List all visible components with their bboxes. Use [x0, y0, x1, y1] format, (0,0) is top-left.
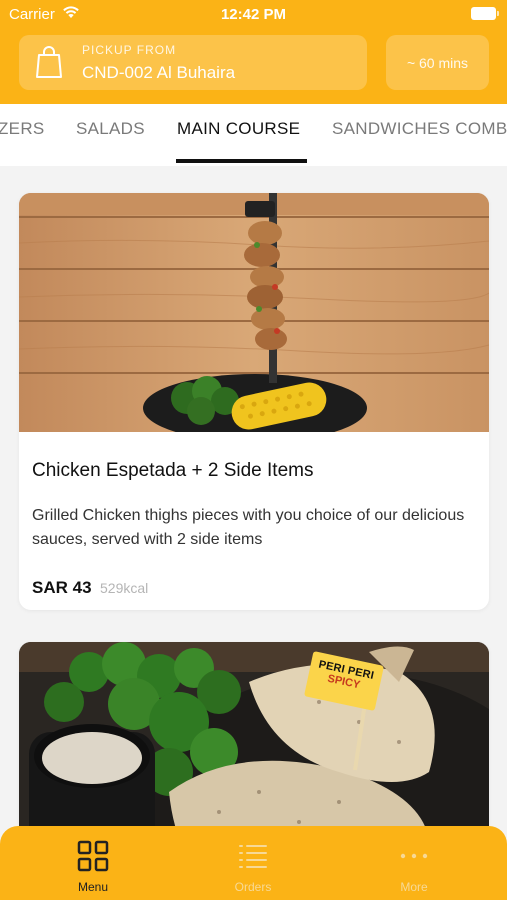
list-icon — [239, 845, 267, 868]
pickup-label: PICKUP FROM — [82, 43, 177, 57]
nav-orders[interactable]: Orders — [193, 826, 313, 900]
food-image — [19, 193, 489, 432]
nav-more[interactable]: More — [354, 826, 474, 900]
tab-sandwiches-combo[interactable]: SANDWICHES COMB — [332, 119, 507, 139]
nav-menu[interactable]: Menu — [33, 826, 153, 900]
tab-main-course[interactable]: MAIN COURSE — [177, 119, 300, 139]
item-calories: 529kcal — [100, 580, 149, 596]
nav-more-label: More — [400, 880, 428, 894]
bottom-tab-bar: Menu Orders More — [0, 826, 507, 900]
pickup-location-selector[interactable]: PICKUP FROM CND-002 Al Buhaira — [19, 35, 367, 90]
clock: 12:42 PM — [220, 6, 287, 23]
item-description: Grilled Chicken thighs pieces with you c… — [32, 507, 465, 548]
shopping-bag-icon — [36, 46, 62, 78]
category-tabs: ZERS SALADS MAIN COURSE SANDWICHES COMB — [0, 104, 507, 166]
pickup-location-name: CND-002 Al Buhaira — [82, 63, 236, 82]
menu-item-card[interactable]: Chicken Espetada + 2 Side Items Grilled … — [19, 193, 489, 610]
status-bar: Carrier 12:42 PM — [0, 0, 507, 28]
battery-icon — [471, 7, 499, 20]
tab-appetizers[interactable]: ZERS — [0, 119, 45, 139]
item-price: SAR 43 — [32, 578, 92, 597]
item-title: Chicken Espetada + 2 Side Items — [32, 460, 314, 481]
active-tab-indicator — [176, 159, 307, 163]
app-header: Carrier 12:42 PM PICKUP FROM CND-002 Al … — [0, 0, 507, 104]
nav-menu-label: Menu — [77, 880, 109, 894]
tab-salads[interactable]: SALADS — [76, 119, 145, 139]
dots-icon — [400, 853, 428, 859]
grid-icon — [77, 840, 109, 872]
pickup-time-selector[interactable]: ~ 60 mins — [386, 35, 489, 90]
nav-orders-label: Orders — [234, 880, 272, 894]
time-estimate: ~ 60 mins — [406, 54, 469, 71]
